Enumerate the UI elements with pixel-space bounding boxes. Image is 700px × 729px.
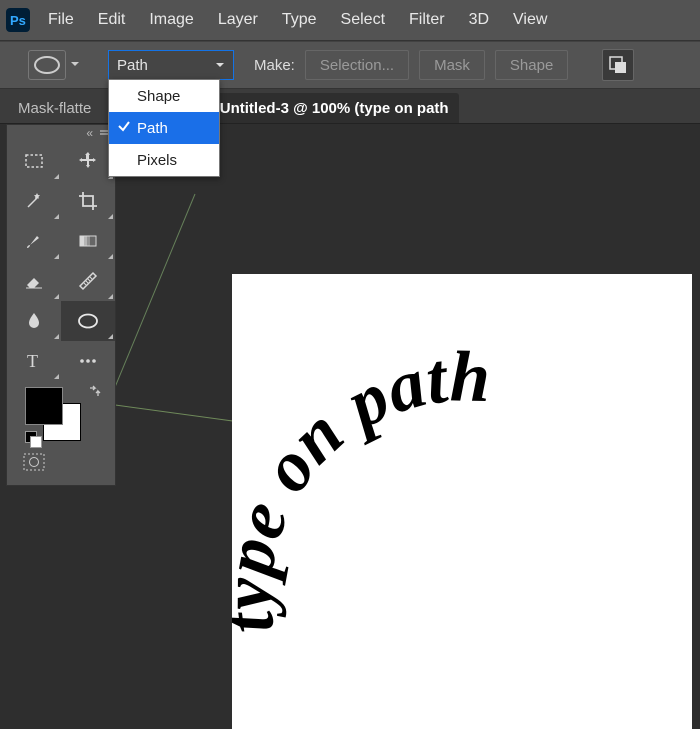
- rect-marquee-icon: [23, 150, 45, 172]
- edit-toolbar-button[interactable]: [61, 341, 115, 381]
- menu-file[interactable]: File: [48, 11, 74, 29]
- menu-3d[interactable]: 3D: [469, 11, 489, 29]
- make-label: Make:: [254, 57, 295, 74]
- brush-icon: [23, 230, 45, 252]
- tool-mode-dropdown[interactable]: Path Shape Path Pixels: [108, 50, 234, 80]
- color-sampler-tool[interactable]: [61, 261, 115, 301]
- svg-text:type on path: type on path: [232, 336, 491, 638]
- tool-mode-option-pixels[interactable]: Pixels: [109, 144, 219, 176]
- chevron-down-icon: [215, 60, 225, 70]
- eraser-icon: [23, 270, 45, 292]
- quick-mask-icon: [23, 453, 45, 471]
- quick-mask-toggle[interactable]: [7, 447, 115, 477]
- eraser-tool[interactable]: [7, 261, 61, 301]
- workspace: type on path «: [0, 124, 700, 729]
- tools-panel: «: [6, 124, 116, 486]
- move-icon: [77, 150, 99, 172]
- tab-label: Mask-flatte: [18, 100, 91, 117]
- gradient-icon: [77, 230, 99, 252]
- ruler-icon: [77, 270, 99, 292]
- menu-bar: Ps File Edit Image Layer Type Select Fil…: [0, 0, 700, 41]
- path-operations-button[interactable]: [602, 49, 634, 81]
- type-icon: T: [23, 350, 45, 372]
- collapse-icon: «: [86, 126, 93, 140]
- foreground-color-swatch[interactable]: [25, 387, 63, 425]
- tool-mode-option-path[interactable]: Path: [109, 112, 219, 144]
- menu-layer[interactable]: Layer: [218, 11, 258, 29]
- tab-mask-flatten[interactable]: Mask-flatte: [8, 93, 101, 123]
- menu-image[interactable]: Image: [149, 11, 193, 29]
- rectangular-marquee-tool[interactable]: [7, 141, 61, 181]
- tool-mode-dropdown-label: Path: [117, 57, 148, 74]
- crop-icon: [77, 190, 99, 212]
- path-combine-icon: [608, 55, 628, 75]
- menu-view[interactable]: View: [513, 11, 547, 29]
- text-on-path-artwork: type on path: [232, 274, 692, 729]
- menu-edit[interactable]: Edit: [98, 11, 126, 29]
- document-tabs: Mask-flatte Untitled-2 × Untitled-3 @ 10…: [0, 89, 700, 124]
- swap-colors-icon[interactable]: [87, 385, 101, 399]
- tool-mode-option-path-label: Path: [137, 120, 168, 137]
- tool-mode-dropdown-list: Shape Path Pixels: [108, 79, 220, 177]
- document-canvas[interactable]: type on path: [232, 274, 692, 729]
- magic-wand-icon: [23, 190, 45, 212]
- options-bar: Path Shape Path Pixels Make: Selection..…: [0, 41, 700, 89]
- menu-type[interactable]: Type: [282, 11, 317, 29]
- move-tool[interactable]: [61, 141, 115, 181]
- photoshop-logo-icon: Ps: [6, 8, 30, 32]
- active-tool-preset[interactable]: [28, 50, 66, 80]
- check-icon: [117, 119, 131, 137]
- color-swatches: [7, 381, 115, 447]
- more-icon: [77, 350, 99, 372]
- horizontal-type-tool[interactable]: T: [7, 341, 61, 381]
- smudge-icon: [23, 310, 45, 332]
- tool-mode-option-shape[interactable]: Shape: [109, 80, 219, 112]
- tool-preset-caret-icon[interactable]: [70, 56, 80, 74]
- tab-label: Untitled-3 @ 100% (type on path: [220, 100, 449, 117]
- svg-text:T: T: [27, 351, 38, 371]
- default-colors-icon[interactable]: [25, 431, 41, 447]
- crop-tool[interactable]: [61, 181, 115, 221]
- gradient-tool[interactable]: [61, 221, 115, 261]
- tools-grid: T: [7, 141, 115, 381]
- ellipse-shape-icon: [76, 309, 100, 333]
- ellipse-icon: [34, 56, 60, 74]
- make-selection-button[interactable]: Selection...: [305, 50, 409, 80]
- ellipse-shape-tool[interactable]: [61, 301, 115, 341]
- menu-filter[interactable]: Filter: [409, 11, 445, 29]
- svg-text:Ps: Ps: [10, 13, 26, 28]
- make-mask-button[interactable]: Mask: [419, 50, 485, 80]
- tools-panel-collapse[interactable]: «: [7, 125, 115, 141]
- smudge-tool[interactable]: [7, 301, 61, 341]
- path-text: type on path: [232, 336, 491, 638]
- brush-tool[interactable]: [7, 221, 61, 261]
- make-shape-button[interactable]: Shape: [495, 50, 568, 80]
- menu-select[interactable]: Select: [341, 11, 385, 29]
- magic-wand-tool[interactable]: [7, 181, 61, 221]
- tab-untitled-3[interactable]: Untitled-3 @ 100% (type on path: [210, 93, 459, 123]
